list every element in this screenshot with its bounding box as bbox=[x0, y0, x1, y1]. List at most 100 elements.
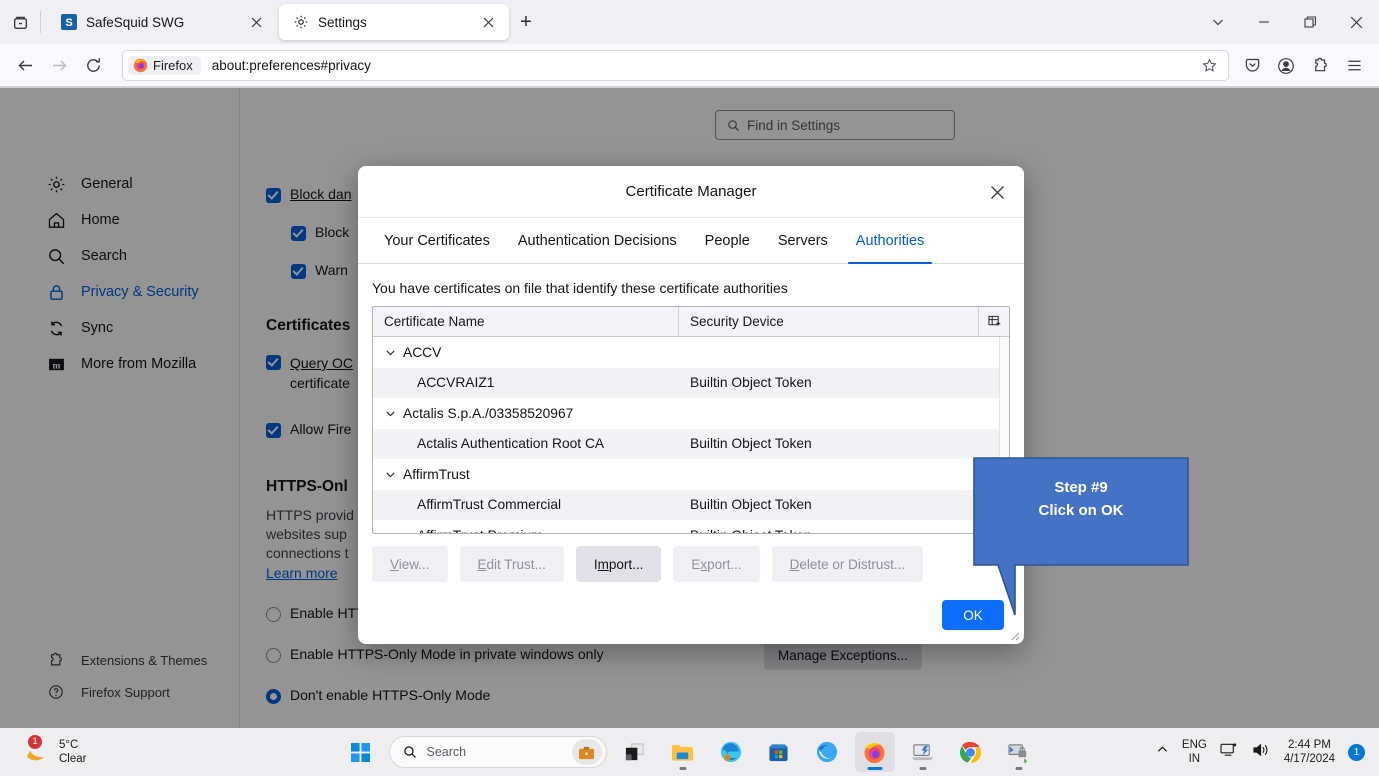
running-indicator bbox=[1015, 767, 1022, 770]
microsoft-store-icon[interactable] bbox=[759, 732, 799, 772]
remote-desktop-icon[interactable] bbox=[903, 732, 943, 772]
file-explorer-icon[interactable] bbox=[663, 732, 703, 772]
tray-date: 4/17/2024 bbox=[1284, 752, 1335, 766]
close-icon[interactable] bbox=[245, 11, 267, 33]
column-picker-icon[interactable] bbox=[979, 307, 1009, 336]
tab-servers[interactable]: Servers bbox=[764, 219, 842, 263]
table-row[interactable]: AffirmTrust bbox=[373, 459, 1009, 490]
table-header-row: Certificate Name Security Device bbox=[373, 307, 1009, 337]
maximize-restore-button[interactable] bbox=[1287, 0, 1333, 44]
tab-safesquid-swg[interactable]: S SafeSquid SWG bbox=[47, 4, 277, 40]
app-menu-icon[interactable] bbox=[1337, 49, 1371, 83]
chevron-down-icon bbox=[385, 469, 396, 480]
certificate-table: Certificate Name Security Device ACCV AC… bbox=[372, 306, 1010, 534]
tab-authentication-decisions[interactable]: Authentication Decisions bbox=[504, 219, 691, 263]
certificate-name: Actalis Authentication Root CA bbox=[373, 436, 679, 451]
network-icon[interactable] bbox=[1220, 742, 1239, 763]
tab-authorities[interactable]: Authorities bbox=[842, 219, 939, 263]
chevron-down-icon bbox=[385, 347, 396, 358]
chrome-icon[interactable] bbox=[951, 732, 991, 772]
export-button[interactable]: Export... bbox=[673, 546, 759, 582]
column-header-security-device[interactable]: Security Device bbox=[679, 307, 979, 336]
address-bar[interactable]: Firefox about:preferences#privacy bbox=[122, 50, 1229, 81]
briefcase-icon[interactable] bbox=[572, 739, 602, 765]
dialog-title: Certificate Manager bbox=[626, 183, 757, 200]
tray-expand-chevron-icon[interactable] bbox=[1156, 743, 1169, 761]
certificate-name: AffirmTrust Premium bbox=[373, 528, 679, 533]
tray-time: 2:44 PM bbox=[1284, 738, 1335, 752]
search-placeholder: Search bbox=[427, 745, 562, 759]
group-name: Actalis S.p.A./03358520967 bbox=[403, 406, 573, 421]
svg-text:S: S bbox=[65, 17, 72, 29]
dialog-tabs: Your Certificates Authentication Decisio… bbox=[358, 218, 1024, 264]
windows-start-icon[interactable] bbox=[341, 732, 381, 772]
group-name: ACCV bbox=[403, 345, 441, 360]
tab-divider bbox=[40, 11, 41, 33]
edit-trust-button[interactable]: Edit Trust... bbox=[460, 546, 564, 582]
secure-app-icon[interactable] bbox=[999, 732, 1039, 772]
minimize-button[interactable] bbox=[1241, 0, 1287, 44]
table-row[interactable]: AffirmTrust Commercial Builtin Object To… bbox=[373, 490, 1009, 521]
url-text[interactable]: about:preferences#privacy bbox=[212, 58, 1196, 73]
security-device: Builtin Object Token bbox=[679, 436, 1009, 451]
certificate-name: AffirmTrust Commercial bbox=[373, 497, 679, 512]
forward-button[interactable] bbox=[42, 49, 76, 83]
browser-tabstrip: S SafeSquid SWG Settings + bbox=[0, 0, 1379, 44]
back-button[interactable] bbox=[8, 49, 42, 83]
table-body: ACCV ACCVRAIZ1 Builtin Object Token Acta… bbox=[373, 337, 1009, 533]
table-row[interactable]: Actalis Authentication Root CA Builtin O… bbox=[373, 429, 1009, 460]
tab-menu-chevron-icon[interactable] bbox=[1195, 0, 1241, 44]
dialog-titlebar: Certificate Manager bbox=[358, 166, 1024, 218]
thunderbird-icon[interactable] bbox=[807, 732, 847, 772]
extensions-puzzle-icon[interactable] bbox=[1303, 49, 1337, 83]
delete-or-distrust-button[interactable]: Delete or Distrust... bbox=[772, 546, 924, 582]
callout-line-2: Click on OK bbox=[974, 499, 1188, 522]
notification-badge[interactable]: 1 bbox=[1348, 744, 1365, 761]
callout-text: Step #9 Click on OK bbox=[974, 476, 1188, 522]
tab-label: SafeSquid SWG bbox=[86, 15, 236, 30]
table-row[interactable]: ACCVRAIZ1 Builtin Object Token bbox=[373, 368, 1009, 399]
chevron-down-icon bbox=[385, 408, 396, 419]
firefox-chip-label: Firefox bbox=[153, 58, 193, 73]
certificate-manager-dialog: Certificate Manager Your Certificates Au… bbox=[358, 166, 1024, 644]
account-icon[interactable] bbox=[1269, 49, 1303, 83]
running-indicator bbox=[919, 767, 926, 770]
clock[interactable]: 2:44 PM 4/17/2024 bbox=[1284, 738, 1335, 766]
table-row[interactable]: AffirmTrust Premium Builtin Object Token bbox=[373, 520, 1009, 533]
gear-icon bbox=[292, 14, 309, 31]
view-button[interactable]: View... bbox=[372, 546, 448, 582]
tab-people[interactable]: People bbox=[691, 219, 764, 263]
tray-language-indicator[interactable]: ENG IN bbox=[1182, 738, 1207, 766]
security-device: Builtin Object Token bbox=[679, 375, 1009, 390]
tab-your-certificates[interactable]: Your Certificates bbox=[370, 219, 504, 263]
close-icon[interactable] bbox=[477, 11, 499, 33]
group-name: AffirmTrust bbox=[403, 467, 470, 482]
certificate-name: ACCVRAIZ1 bbox=[373, 375, 679, 390]
navbar-right-icons bbox=[1235, 49, 1371, 83]
table-row[interactable]: Actalis S.p.A./03358520967 bbox=[373, 398, 1009, 429]
firefox-icon[interactable] bbox=[855, 732, 895, 772]
edge-icon[interactable] bbox=[711, 732, 751, 772]
new-tab-button[interactable]: + bbox=[509, 5, 543, 39]
active-indicator bbox=[867, 767, 882, 770]
windows-taskbar: 1 5°C Clear Search bbox=[0, 728, 1379, 776]
search-icon bbox=[403, 745, 417, 759]
bookmark-star-icon[interactable] bbox=[1196, 53, 1222, 79]
reload-button[interactable] bbox=[76, 49, 110, 83]
tab-label: Settings bbox=[318, 15, 468, 30]
table-row[interactable]: ACCV bbox=[373, 337, 1009, 368]
import-button[interactable]: Import... bbox=[576, 546, 662, 582]
dialog-button-row: View... Edit Trust... Import... Export..… bbox=[358, 534, 1024, 582]
safesquid-icon: S bbox=[60, 14, 77, 31]
close-icon[interactable] bbox=[980, 175, 1014, 209]
taskbar-search-input[interactable]: Search bbox=[389, 736, 607, 768]
pocket-save-icon[interactable] bbox=[1235, 49, 1269, 83]
dialog-description: You have certificates on file that ident… bbox=[358, 264, 1024, 306]
close-window-button[interactable] bbox=[1333, 0, 1379, 44]
list-all-tabs-icon[interactable] bbox=[0, 0, 40, 44]
task-view-icon[interactable] bbox=[615, 732, 655, 772]
tab-settings[interactable]: Settings bbox=[279, 4, 509, 40]
system-tray: ENG IN 2:44 PM 4/17/2024 1 bbox=[1156, 728, 1379, 776]
column-header-certificate-name[interactable]: Certificate Name bbox=[373, 307, 679, 336]
volume-icon[interactable] bbox=[1252, 742, 1271, 763]
